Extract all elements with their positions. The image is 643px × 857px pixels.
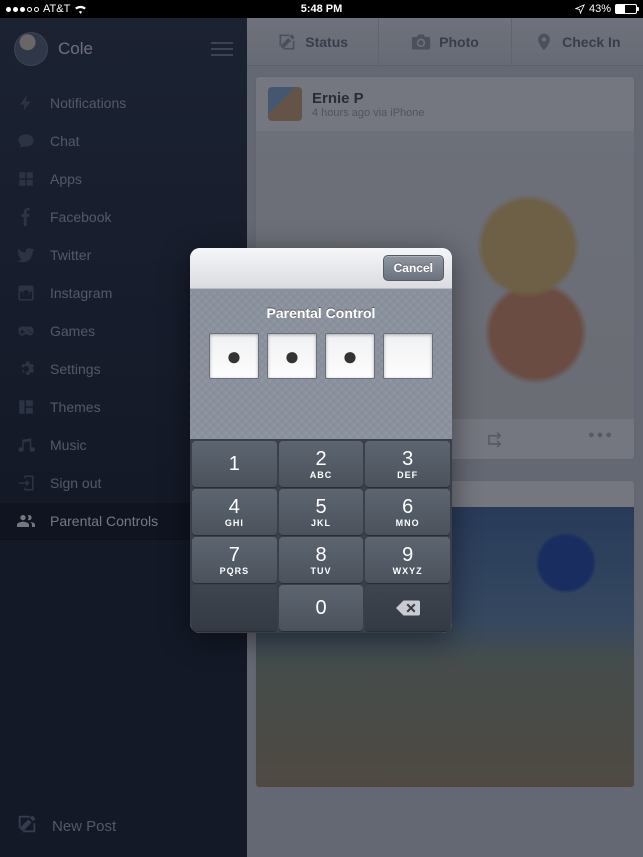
key-6[interactable]: 6MNO (365, 489, 450, 535)
carrier-label: AT&T (43, 3, 70, 15)
cancel-button[interactable]: Cancel (383, 255, 444, 281)
key-1[interactable]: 1 (192, 441, 277, 487)
pin-digit-1: ● (209, 333, 259, 379)
location-icon (575, 4, 585, 14)
pin-digit-4 (383, 333, 433, 379)
battery-icon (615, 4, 637, 14)
pin-digit-2: ● (267, 333, 317, 379)
backspace-icon (396, 600, 420, 616)
key-0[interactable]: 0 (279, 585, 364, 631)
clock: 5:48 PM (301, 3, 343, 15)
key-5[interactable]: 5JKL (279, 489, 364, 535)
wifi-icon (74, 4, 87, 14)
key-7[interactable]: 7PQRS (192, 537, 277, 583)
battery-percent: 43% (589, 3, 611, 15)
numeric-keypad: 1 2ABC 3DEF 4GHI 5JKL 6MNO 7PQRS 8TUV 9W… (190, 439, 452, 633)
key-9[interactable]: 9WXYZ (365, 537, 450, 583)
parental-control-modal: Cancel Parental Control ● ● ● 1 2ABC 3DE… (190, 248, 452, 633)
status-bar: AT&T 5:48 PM 43% (0, 0, 643, 18)
key-2[interactable]: 2ABC (279, 441, 364, 487)
key-blank (192, 585, 277, 631)
key-4[interactable]: 4GHI (192, 489, 277, 535)
key-3[interactable]: 3DEF (365, 441, 450, 487)
pin-digit-3: ● (325, 333, 375, 379)
key-8[interactable]: 8TUV (279, 537, 364, 583)
key-backspace[interactable] (365, 585, 450, 631)
modal-title: Parental Control (200, 305, 442, 321)
signal-strength-icon (6, 7, 39, 12)
